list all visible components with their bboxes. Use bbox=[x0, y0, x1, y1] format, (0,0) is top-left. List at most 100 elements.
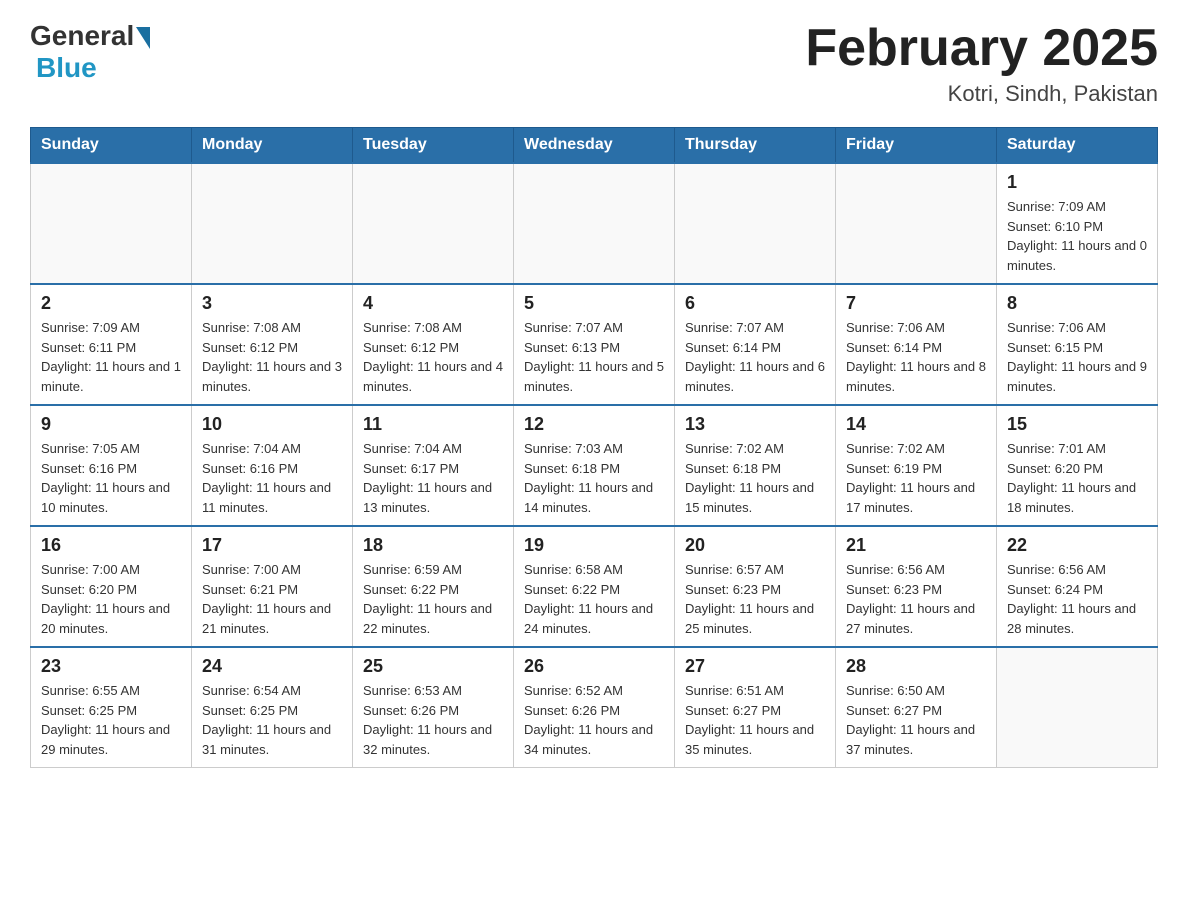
calendar-cell: 1 Sunrise: 7:09 AM Sunset: 6:10 PM Daylig… bbox=[997, 163, 1158, 284]
calendar-cell bbox=[31, 163, 192, 284]
calendar-cell: 6 Sunrise: 7:07 AM Sunset: 6:14 PM Daylig… bbox=[675, 284, 836, 405]
day-info: Sunrise: 7:07 AM Sunset: 6:13 PM Dayligh… bbox=[524, 320, 664, 394]
day-number: 14 bbox=[846, 414, 986, 435]
calendar-cell: 4 Sunrise: 7:08 AM Sunset: 6:12 PM Daylig… bbox=[353, 284, 514, 405]
day-info: Sunrise: 7:09 AM Sunset: 6:10 PM Dayligh… bbox=[1007, 199, 1147, 273]
day-number: 6 bbox=[685, 293, 825, 314]
day-number: 26 bbox=[524, 656, 664, 677]
day-info: Sunrise: 7:07 AM Sunset: 6:14 PM Dayligh… bbox=[685, 320, 825, 394]
day-info: Sunrise: 7:04 AM Sunset: 6:17 PM Dayligh… bbox=[363, 441, 492, 515]
calendar-cell: 13 Sunrise: 7:02 AM Sunset: 6:18 PM Dayli… bbox=[675, 405, 836, 526]
calendar-cell: 24 Sunrise: 6:54 AM Sunset: 6:25 PM Dayli… bbox=[192, 647, 353, 768]
day-number: 4 bbox=[363, 293, 503, 314]
calendar-cell: 2 Sunrise: 7:09 AM Sunset: 6:11 PM Daylig… bbox=[31, 284, 192, 405]
day-info: Sunrise: 7:06 AM Sunset: 6:14 PM Dayligh… bbox=[846, 320, 986, 394]
month-title: February 2025 bbox=[805, 20, 1158, 77]
day-info: Sunrise: 6:56 AM Sunset: 6:24 PM Dayligh… bbox=[1007, 562, 1136, 636]
calendar-cell: 27 Sunrise: 6:51 AM Sunset: 6:27 PM Dayli… bbox=[675, 647, 836, 768]
day-number: 21 bbox=[846, 535, 986, 556]
day-number: 20 bbox=[685, 535, 825, 556]
day-number: 27 bbox=[685, 656, 825, 677]
day-info: Sunrise: 6:50 AM Sunset: 6:27 PM Dayligh… bbox=[846, 683, 975, 757]
day-number: 24 bbox=[202, 656, 342, 677]
calendar-cell: 20 Sunrise: 6:57 AM Sunset: 6:23 PM Dayli… bbox=[675, 526, 836, 647]
calendar-cell: 5 Sunrise: 7:07 AM Sunset: 6:13 PM Daylig… bbox=[514, 284, 675, 405]
day-info: Sunrise: 6:53 AM Sunset: 6:26 PM Dayligh… bbox=[363, 683, 492, 757]
day-header-thursday: Thursday bbox=[675, 128, 836, 164]
calendar-cell: 21 Sunrise: 6:56 AM Sunset: 6:23 PM Dayli… bbox=[836, 526, 997, 647]
day-number: 19 bbox=[524, 535, 664, 556]
calendar-cell: 9 Sunrise: 7:05 AM Sunset: 6:16 PM Daylig… bbox=[31, 405, 192, 526]
day-info: Sunrise: 7:03 AM Sunset: 6:18 PM Dayligh… bbox=[524, 441, 653, 515]
calendar-cell: 19 Sunrise: 6:58 AM Sunset: 6:22 PM Dayli… bbox=[514, 526, 675, 647]
calendar-cell bbox=[514, 163, 675, 284]
calendar-cell: 15 Sunrise: 7:01 AM Sunset: 6:20 PM Dayli… bbox=[997, 405, 1158, 526]
calendar-cell: 26 Sunrise: 6:52 AM Sunset: 6:26 PM Dayli… bbox=[514, 647, 675, 768]
day-number: 18 bbox=[363, 535, 503, 556]
logo: General Blue bbox=[30, 20, 150, 84]
day-header-saturday: Saturday bbox=[997, 128, 1158, 164]
calendar-cell bbox=[192, 163, 353, 284]
day-info: Sunrise: 7:08 AM Sunset: 6:12 PM Dayligh… bbox=[363, 320, 503, 394]
day-number: 25 bbox=[363, 656, 503, 677]
calendar-cell bbox=[997, 647, 1158, 768]
calendar-cell: 18 Sunrise: 6:59 AM Sunset: 6:22 PM Dayli… bbox=[353, 526, 514, 647]
calendar-cell: 14 Sunrise: 7:02 AM Sunset: 6:19 PM Dayli… bbox=[836, 405, 997, 526]
day-number: 2 bbox=[41, 293, 181, 314]
day-number: 5 bbox=[524, 293, 664, 314]
day-info: Sunrise: 7:05 AM Sunset: 6:16 PM Dayligh… bbox=[41, 441, 170, 515]
calendar-header-row: SundayMondayTuesdayWednesdayThursdayFrid… bbox=[31, 128, 1158, 164]
calendar-cell: 10Sunrise: 7:04 AM Sunset: 6:16 PM Dayli… bbox=[192, 405, 353, 526]
day-info: Sunrise: 7:01 AM Sunset: 6:20 PM Dayligh… bbox=[1007, 441, 1136, 515]
calendar-cell: 12 Sunrise: 7:03 AM Sunset: 6:18 PM Dayli… bbox=[514, 405, 675, 526]
day-number: 22 bbox=[1007, 535, 1147, 556]
logo-blue-text: Blue bbox=[36, 52, 97, 84]
calendar-cell bbox=[675, 163, 836, 284]
calendar-cell: 7 Sunrise: 7:06 AM Sunset: 6:14 PM Daylig… bbox=[836, 284, 997, 405]
calendar-table: SundayMondayTuesdayWednesdayThursdayFrid… bbox=[30, 127, 1158, 768]
day-number: 11 bbox=[363, 414, 503, 435]
day-info: Sunrise: 7:00 AM Sunset: 6:20 PM Dayligh… bbox=[41, 562, 170, 636]
day-info: Sunrise: 6:51 AM Sunset: 6:27 PM Dayligh… bbox=[685, 683, 814, 757]
day-info: Sunrise: 7:02 AM Sunset: 6:18 PM Dayligh… bbox=[685, 441, 814, 515]
day-info: Sunrise: 6:59 AM Sunset: 6:22 PM Dayligh… bbox=[363, 562, 492, 636]
calendar-cell: 11 Sunrise: 7:04 AM Sunset: 6:17 PM Dayli… bbox=[353, 405, 514, 526]
day-header-monday: Monday bbox=[192, 128, 353, 164]
day-info: Sunrise: 7:09 AM Sunset: 6:11 PM Dayligh… bbox=[41, 320, 181, 394]
calendar-week-5: 23 Sunrise: 6:55 AM Sunset: 6:25 PM Dayli… bbox=[31, 647, 1158, 768]
calendar-cell bbox=[353, 163, 514, 284]
day-number: 15 bbox=[1007, 414, 1147, 435]
day-info: Sunrise: 6:54 AM Sunset: 6:25 PM Dayligh… bbox=[202, 683, 331, 757]
day-info: Sunrise: 6:52 AM Sunset: 6:26 PM Dayligh… bbox=[524, 683, 653, 757]
day-info: Sunrise: 7:08 AM Sunset: 6:12 PM Dayligh… bbox=[202, 320, 342, 394]
day-info: Sunrise: 6:57 AM Sunset: 6:23 PM Dayligh… bbox=[685, 562, 814, 636]
calendar-cell: 17 Sunrise: 7:00 AM Sunset: 6:21 PM Dayli… bbox=[192, 526, 353, 647]
day-info: Sunrise: 7:06 AM Sunset: 6:15 PM Dayligh… bbox=[1007, 320, 1147, 394]
day-number: 28 bbox=[846, 656, 986, 677]
day-number: 13 bbox=[685, 414, 825, 435]
logo-arrow-icon bbox=[136, 27, 150, 49]
calendar-week-4: 16Sunrise: 7:00 AM Sunset: 6:20 PM Dayli… bbox=[31, 526, 1158, 647]
page-header: General Blue February 2025 Kotri, Sindh,… bbox=[30, 20, 1158, 107]
day-info: Sunrise: 6:58 AM Sunset: 6:22 PM Dayligh… bbox=[524, 562, 653, 636]
day-number: 1 bbox=[1007, 172, 1147, 193]
calendar-cell: 23 Sunrise: 6:55 AM Sunset: 6:25 PM Dayli… bbox=[31, 647, 192, 768]
day-info: Sunrise: 7:02 AM Sunset: 6:19 PM Dayligh… bbox=[846, 441, 975, 515]
calendar-cell: 22 Sunrise: 6:56 AM Sunset: 6:24 PM Dayli… bbox=[997, 526, 1158, 647]
day-number: 9 bbox=[41, 414, 181, 435]
day-info: Sunrise: 6:55 AM Sunset: 6:25 PM Dayligh… bbox=[41, 683, 170, 757]
calendar-week-2: 2 Sunrise: 7:09 AM Sunset: 6:11 PM Daylig… bbox=[31, 284, 1158, 405]
day-header-tuesday: Tuesday bbox=[353, 128, 514, 164]
day-header-sunday: Sunday bbox=[31, 128, 192, 164]
calendar-cell: 25 Sunrise: 6:53 AM Sunset: 6:26 PM Dayli… bbox=[353, 647, 514, 768]
day-number: 17 bbox=[202, 535, 342, 556]
calendar-week-1: 1 Sunrise: 7:09 AM Sunset: 6:10 PM Daylig… bbox=[31, 163, 1158, 284]
title-block: February 2025 Kotri, Sindh, Pakistan bbox=[805, 20, 1158, 107]
day-info: Sunrise: 6:56 AM Sunset: 6:23 PM Dayligh… bbox=[846, 562, 975, 636]
day-info: Sunrise: 7:00 AM Sunset: 6:21 PM Dayligh… bbox=[202, 562, 331, 636]
day-header-friday: Friday bbox=[836, 128, 997, 164]
day-number: 7 bbox=[846, 293, 986, 314]
day-number: 23 bbox=[41, 656, 181, 677]
day-number: 12 bbox=[524, 414, 664, 435]
calendar-cell: 28 Sunrise: 6:50 AM Sunset: 6:27 PM Dayli… bbox=[836, 647, 997, 768]
